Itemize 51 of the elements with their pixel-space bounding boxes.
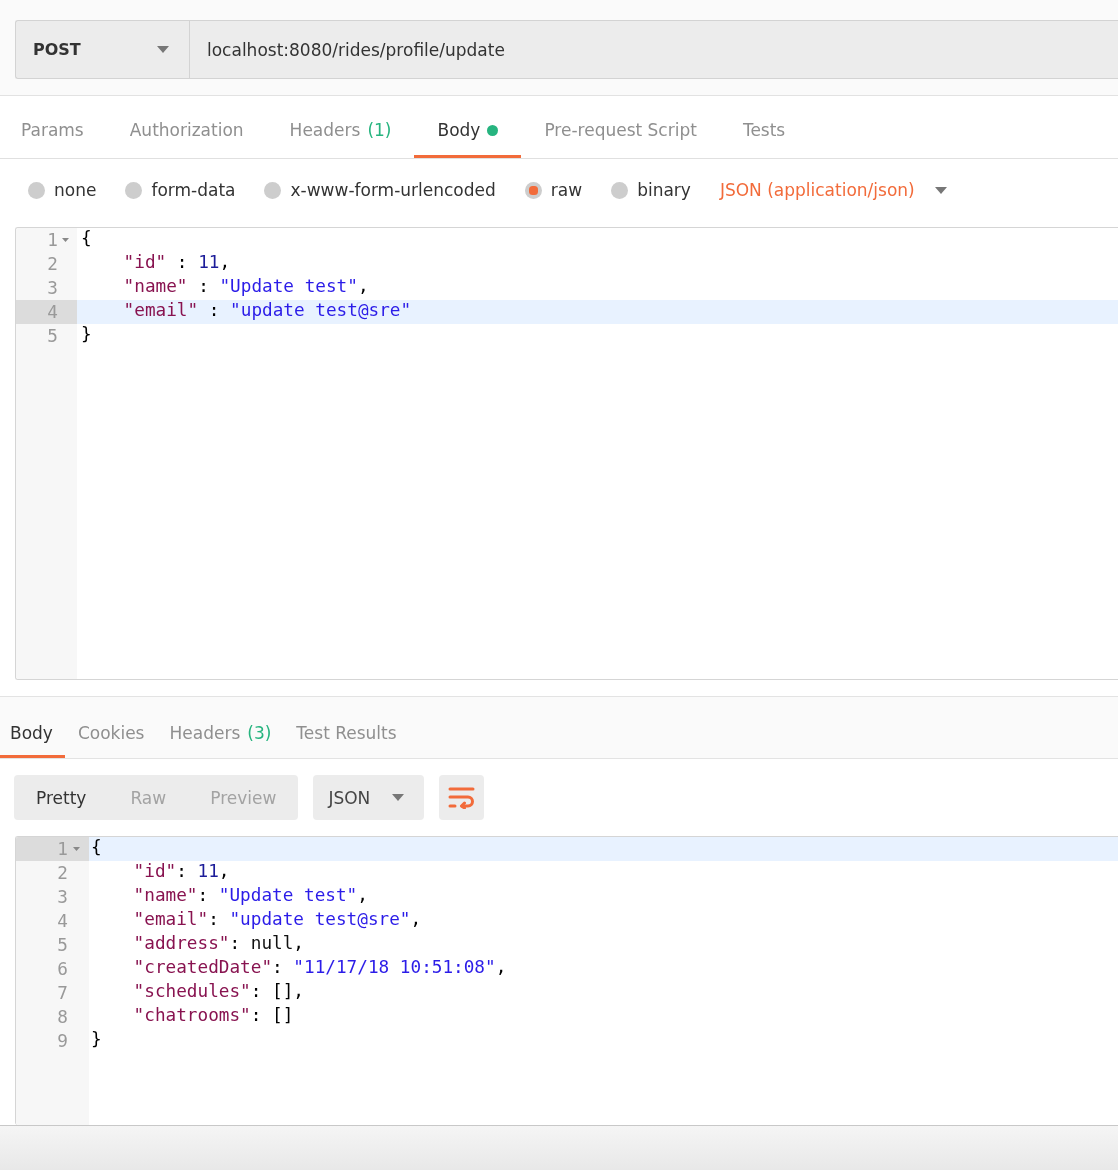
code-line: } — [80, 324, 93, 346]
radio-label[interactable]: form-data — [151, 180, 236, 200]
method-dropdown[interactable]: POST — [16, 21, 190, 78]
line-number: 8 — [57, 1006, 68, 1029]
response-body-viewer[interactable]: 1 2 3 4 5 6 7 8 9 { "id": 11, "name": "Update test", "email": "update test@sre", "address": null, "createdDate": "11/17/18 10:51:08", "schedules": [], "chatrooms": [] } — [15, 836, 1118, 1125]
radio-button[interactable] — [125, 181, 143, 199]
code-line: "name" : "Update test", — [122, 276, 370, 298]
wrap-lines-button[interactable] — [439, 775, 485, 820]
line-number: 1 — [57, 838, 68, 861]
radio-button[interactable] — [28, 181, 45, 199]
view-mode-button[interactable]: Pretty — [14, 775, 109, 820]
radio-label[interactable]: none — [54, 180, 97, 200]
line-number: 4 — [47, 301, 58, 324]
line-number: 6 — [57, 958, 68, 981]
code-line: "id" : 11, — [122, 252, 232, 274]
code-line: { — [80, 228, 93, 250]
line-number: 2 — [47, 253, 58, 276]
line-number: 4 — [57, 910, 68, 933]
line-number: 3 — [57, 886, 68, 909]
radio-button[interactable] — [611, 181, 629, 199]
code-line: } — [90, 1029, 103, 1051]
code-line: "id": 11, — [132, 861, 231, 883]
line-number: 3 — [47, 277, 58, 300]
code-line: "schedules": [], — [132, 981, 305, 1003]
fold-caret-icon[interactable] — [62, 238, 69, 242]
caret-icon — [934, 186, 947, 194]
line-number: 5 — [57, 934, 68, 957]
radio-label[interactable]: binary — [637, 180, 691, 200]
caret-icon — [392, 794, 405, 801]
fold-caret-icon[interactable] — [73, 847, 80, 851]
code-line: "name": "Update test", — [132, 885, 369, 907]
radio-button[interactable] — [524, 181, 542, 199]
format-dropdown[interactable]: JSON — [313, 775, 425, 820]
line-number: 9 — [57, 1030, 68, 1053]
radio-label[interactable]: raw — [550, 180, 583, 200]
line-number: 7 — [57, 982, 68, 1005]
line-number: 2 — [57, 862, 68, 885]
code-line: "email": "update test@sre", — [132, 909, 423, 931]
caret-icon — [157, 46, 169, 53]
url-field[interactable]: localhost:8080/rides/profile/update — [190, 21, 1118, 78]
line-number: 5 — [47, 325, 58, 348]
radio-button[interactable] — [264, 181, 282, 199]
request-body-editor[interactable]: 1 2 3 4 5 { "id" : 11, "name" : "Update test", "email" : "update test@sre" } — [15, 227, 1118, 680]
radio-label[interactable]: x-www-form-urlencoded — [290, 180, 496, 200]
code-line: "createdDate": "11/17/18 10:51:08", — [132, 957, 508, 979]
wrap-lines-icon — [448, 786, 476, 809]
code-line: "chatrooms": [] — [132, 1005, 295, 1027]
line-number: 1 — [47, 229, 58, 252]
request-tab[interactable]: Body — [414, 96, 522, 158]
code-line: "address": null, — [132, 933, 305, 955]
response-tab[interactable]: Body — [0, 697, 65, 758]
